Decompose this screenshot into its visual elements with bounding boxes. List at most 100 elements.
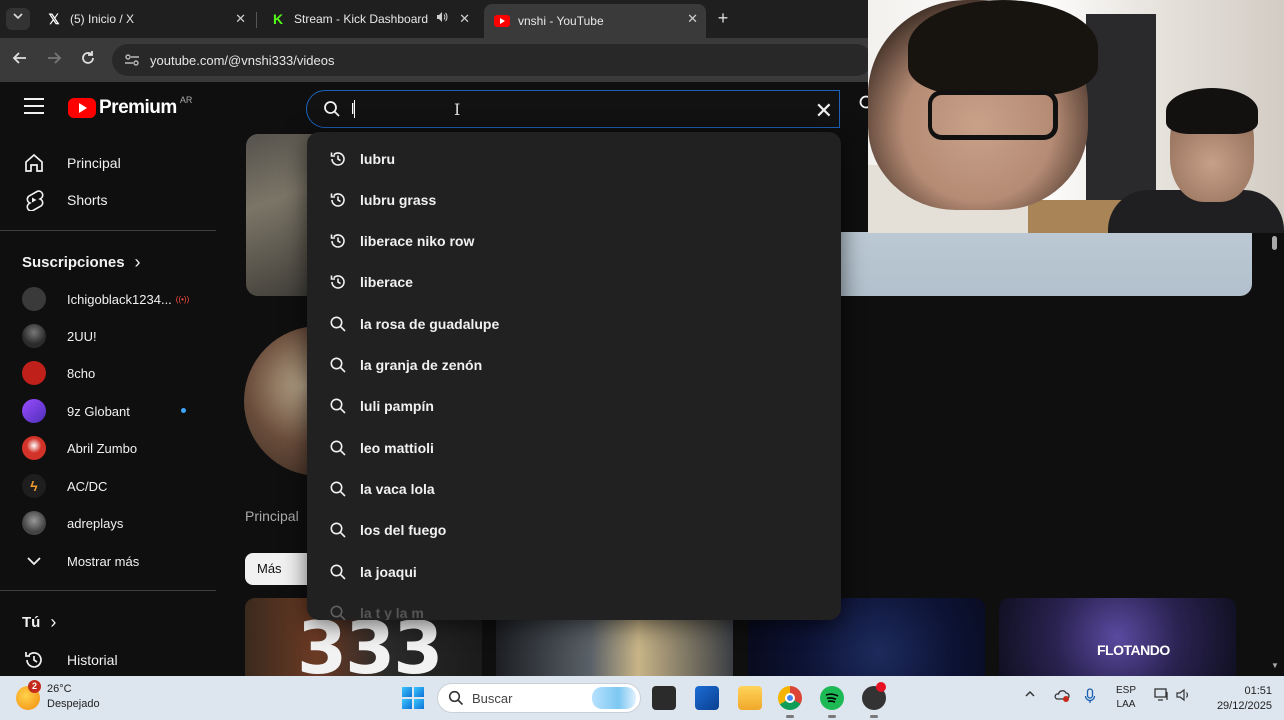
search-icon — [330, 564, 346, 580]
search-suggestion[interactable]: la vaca lola — [307, 468, 841, 509]
tab-kick[interactable]: K Stream - Kick Dashboard ✕ — [260, 4, 478, 34]
you-heading-text: Tú — [22, 613, 41, 631]
subscription-item[interactable]: 8cho — [0, 355, 216, 391]
system-clock[interactable]: 01:51 29/12/2025 — [1200, 684, 1280, 714]
search-icon — [330, 481, 346, 497]
clear-search-button[interactable]: ✕ — [815, 98, 833, 124]
subscription-item[interactable]: Ichigoblack1234... ((•)) — [0, 281, 216, 317]
search-suggestion[interactable]: lubru grass — [307, 179, 841, 220]
search-icon — [330, 316, 346, 332]
search-suggestion[interactable]: la joaqui — [307, 551, 841, 592]
subscription-item[interactable]: ϟ AC/DC — [0, 468, 216, 504]
search-suggestion[interactable]: la rosa de guadalupe — [307, 303, 841, 344]
screen: 𝕏 (5) Inicio / X ✕ K Stream - Kick Dashb… — [0, 0, 1284, 720]
search-icon — [859, 95, 873, 109]
subscription-label: Abril Zumbo — [67, 440, 138, 456]
webcam-overlay — [868, 0, 1284, 233]
taskbar-search[interactable]: Buscar — [437, 683, 641, 713]
hamburger-menu-icon[interactable] — [24, 98, 44, 114]
show-hidden-icons-chevron[interactable] — [1024, 688, 1036, 703]
youtube-premium-logo[interactable]: Premium AR — [68, 95, 193, 119]
obs-icon[interactable] — [862, 682, 886, 718]
chrome-icon[interactable] — [778, 686, 802, 718]
search-suggestion[interactable]: la granja de zenón — [307, 345, 841, 386]
sidebar-divider — [0, 590, 216, 591]
search-suggestion[interactable]: leo mattioli — [307, 427, 841, 468]
language-code: ESP — [1115, 685, 1136, 696]
subscription-label: 9z Globant — [67, 403, 130, 419]
weather-description: Despejado — [47, 698, 100, 710]
forward-button[interactable] — [44, 50, 64, 70]
windows-start-icon[interactable] — [402, 687, 424, 709]
chevron-right-icon: › — [50, 611, 57, 632]
sidebar-item-shorts[interactable]: Shorts — [0, 182, 216, 218]
weather-widget[interactable]: 2 26°C Despejado — [16, 680, 100, 712]
subscription-label: 8cho — [67, 365, 96, 381]
scroll-down-arrow-icon[interactable]: ▼ — [1271, 661, 1279, 670]
search-submit-button[interactable] — [856, 94, 873, 120]
close-tab-icon[interactable]: ✕ — [235, 11, 246, 27]
search-suggestion[interactable]: liberace — [307, 262, 841, 303]
ibeam-cursor-icon: I — [454, 100, 461, 119]
search-suggestion[interactable]: los del fuego — [307, 510, 841, 551]
site-settings-icon[interactable] — [124, 53, 140, 67]
notification-badge: 2 — [28, 680, 41, 693]
you-heading[interactable]: Tú › — [0, 604, 216, 640]
search-icon — [330, 398, 346, 414]
suggestion-text: lubru — [360, 150, 395, 167]
close-tab-icon[interactable]: ✕ — [459, 11, 470, 27]
search-icon — [330, 522, 346, 538]
suggestion-text: la vaca lola — [360, 480, 435, 497]
tab-search-button[interactable] — [6, 8, 30, 30]
subscription-item[interactable]: 2UU! — [0, 318, 216, 354]
tab-x[interactable]: 𝕏 (5) Inicio / X ✕ — [36, 4, 254, 34]
microphone-icon[interactable] — [1084, 688, 1096, 707]
sidebar-item-principal[interactable]: Principal — [0, 145, 216, 181]
search-icon — [330, 605, 346, 620]
logo-text: Premium — [99, 97, 177, 118]
suggestion-text: leo mattioli — [360, 439, 434, 456]
history-icon — [330, 151, 345, 166]
history-icon — [330, 234, 345, 248]
file-explorer-icon[interactable] — [738, 686, 762, 710]
thumbnail-text: FLOTANDO — [1097, 642, 1170, 658]
new-tab-button[interactable]: + — [714, 8, 732, 29]
microsoft-store-icon[interactable] — [695, 686, 719, 710]
arrow-left-icon — [12, 52, 26, 64]
subscription-item[interactable]: adreplays — [0, 505, 216, 541]
search-suggestion[interactable]: lubru — [307, 138, 841, 179]
speaker-icon[interactable] — [436, 11, 448, 26]
reload-button[interactable] — [78, 50, 98, 70]
kick-logo-icon: K — [272, 11, 284, 27]
video-thumbnail[interactable]: FLOTANDO — [999, 598, 1236, 676]
sidebar-item-historial[interactable]: Historial — [0, 642, 216, 678]
task-view-icon[interactable] — [652, 686, 676, 710]
close-tab-icon[interactable]: ✕ — [687, 11, 698, 27]
country-code: AR — [179, 95, 193, 105]
home-icon — [22, 151, 46, 175]
weather-temperature: 26°C — [47, 683, 72, 695]
arrow-right-icon — [48, 52, 62, 64]
show-more-button[interactable]: Mostrar más — [0, 543, 216, 579]
page-scrollbar-thumb[interactable] — [1272, 236, 1277, 250]
subscriptions-heading[interactable]: Suscripciones › — [0, 244, 216, 280]
sidebar-item-label: Shorts — [67, 192, 108, 208]
search-suggestion[interactable]: luli pampín — [307, 386, 841, 427]
subscription-item[interactable]: 9z Globant — [0, 393, 216, 429]
search-suggestion[interactable]: liberace niko row — [307, 221, 841, 262]
onedrive-icon[interactable] — [1054, 688, 1070, 705]
channel-banner-image — [840, 232, 1252, 296]
suggestion-text: lubru grass — [360, 191, 437, 208]
tab-youtube[interactable]: vnshi - YouTube ✕ — [484, 4, 706, 38]
subscription-item[interactable]: Abril Zumbo — [0, 430, 216, 466]
back-button[interactable] — [10, 50, 30, 70]
search-input[interactable]: l ✕ — [306, 90, 840, 128]
spotify-icon[interactable] — [820, 686, 844, 718]
volume-icon[interactable] — [1176, 688, 1192, 705]
address-bar[interactable]: youtube.com/@vnshi333/videos — [112, 44, 872, 76]
search-suggestion[interactable]: la t y la m — [307, 592, 841, 620]
channel-tab-principal[interactable]: Principal — [245, 508, 299, 524]
network-icon[interactable] — [1154, 688, 1170, 705]
show-more-label: Mostrar más — [67, 553, 140, 569]
input-language[interactable]: ESP LAA — [1112, 684, 1140, 712]
